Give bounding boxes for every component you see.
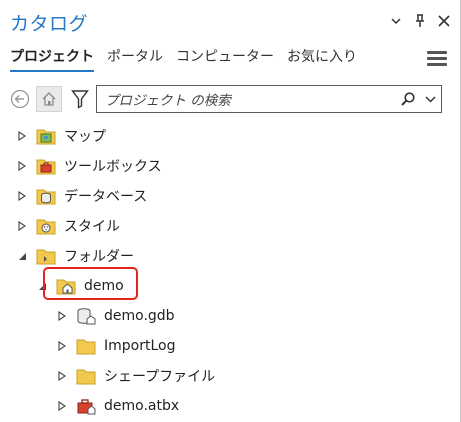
back-button[interactable] [8, 86, 32, 112]
tab-portal[interactable]: ポータル [107, 46, 163, 72]
expand-arrow-icon[interactable] [16, 190, 28, 202]
expand-arrow-icon[interactable] [56, 340, 68, 352]
tree-item-demo-atbx[interactable]: demo.atbx [56, 391, 179, 421]
tree-item-maps[interactable]: マップ [16, 121, 106, 151]
chevron-down-icon[interactable] [419, 88, 441, 110]
maps-folder-icon [36, 129, 56, 145]
tree-item-label: スタイル [64, 219, 120, 235]
filter-button[interactable] [68, 86, 92, 112]
tab-computer[interactable]: コンピューター [176, 46, 274, 72]
pane-title: カタログ [10, 13, 89, 35]
home-button[interactable] [36, 86, 62, 112]
tab-favorites[interactable]: お気に入り [287, 46, 357, 72]
tree-item-label: フォルダー [64, 249, 134, 265]
tree-item-label: ツールボックス [64, 159, 162, 175]
expand-arrow-icon[interactable] [56, 310, 68, 322]
title-controls [389, 13, 451, 29]
style-folder-icon [36, 219, 56, 235]
search-input[interactable]: プロジェクト の検索 [96, 85, 442, 113]
close-icon[interactable] [437, 13, 451, 29]
tab-project[interactable]: プロジェクト [10, 46, 94, 72]
back-arrow-icon [10, 89, 30, 109]
tab-bar: プロジェクト ポータル コンピューター お気に入り [10, 46, 357, 72]
tree-item-label: demo.gdb [104, 308, 175, 324]
tree-item-demo-gdb[interactable]: demo.gdb [56, 301, 175, 331]
toolbox-folder-icon [36, 159, 56, 175]
tree-item-label: demo.atbx [104, 398, 180, 414]
tree-item-label: ImportLog [104, 338, 176, 354]
tree-item-toolboxes[interactable]: ツールボックス [16, 151, 162, 181]
expand-arrow-icon[interactable] [16, 220, 28, 232]
tree-item-label: データベース [64, 189, 148, 205]
collapse-arrow-icon[interactable] [16, 250, 28, 262]
hamburger-menu-icon[interactable] [427, 51, 447, 67]
filter-icon [71, 90, 89, 109]
highlight-box [43, 267, 138, 300]
expand-arrow-icon[interactable] [16, 130, 28, 142]
home-icon [42, 92, 56, 106]
tree-item-databases[interactable]: データベース [16, 181, 147, 211]
tree-item-styles[interactable]: スタイル [16, 211, 120, 241]
toolbar: プロジェクト の検索 [8, 84, 453, 114]
catalog-pane: カタログ プロジェクト ポータル コンピューター お気に入り プロジェクト の検… [0, 0, 461, 422]
expand-arrow-icon[interactable] [16, 160, 28, 172]
search-icon[interactable] [397, 88, 419, 110]
database-folder-icon [36, 189, 56, 205]
search-placeholder: プロジェクト の検索 [105, 93, 231, 109]
folder-icon [76, 339, 96, 355]
tree-item-label: マップ [64, 129, 106, 145]
expand-arrow-icon[interactable] [56, 370, 68, 382]
toolbox-icon [77, 399, 96, 415]
title-bar: カタログ [0, 0, 461, 42]
geodatabase-icon [77, 308, 96, 325]
folder-icon [76, 369, 96, 385]
folder-icon [36, 249, 56, 265]
pin-icon[interactable] [413, 13, 427, 29]
expand-arrow-icon[interactable] [56, 400, 68, 412]
chevron-down-icon[interactable] [389, 13, 403, 29]
tree-item-shapefile[interactable]: シェープファイル [56, 361, 215, 391]
tree-item-importlog[interactable]: ImportLog [56, 331, 175, 361]
tree-item-label: シェープファイル [104, 369, 216, 385]
